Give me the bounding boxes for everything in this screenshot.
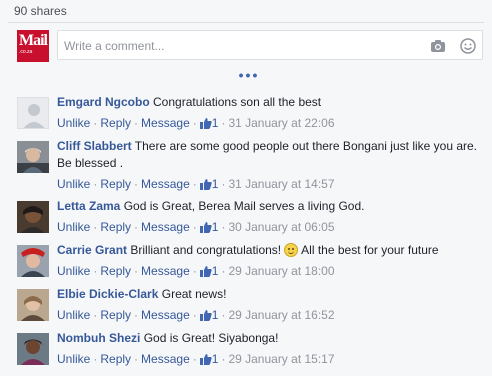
unlike-link[interactable]: Unlike [57, 116, 90, 130]
message-link[interactable]: Message [141, 308, 190, 322]
emoji-icon[interactable] [460, 38, 476, 54]
camera-icon[interactable] [430, 38, 446, 54]
reply-link[interactable]: Reply [100, 116, 131, 130]
comment-input[interactable] [64, 37, 404, 55]
thumbs-up-icon[interactable] [199, 178, 212, 190]
comment-actions: Unlike · Reply · Message · 1 · 31 January at 14:… [57, 177, 335, 191]
comment-text: Great news! [161, 287, 227, 301]
comment-text: Congratulations son all the best [153, 95, 322, 109]
comment-body: Cliff Slabbert There are some good peopl… [57, 138, 477, 172]
avatar[interactable] [17, 201, 49, 233]
comment-body: Elbie Dickie-Clark Great news! [57, 286, 477, 303]
comment-actions: Unlike · Reply · Message · 1 · 30 January at 06:… [57, 220, 335, 234]
comment-text: God is Great! Siyabonga! [143, 331, 279, 345]
commenter-name[interactable]: Nombuh Shezi [57, 331, 140, 345]
reply-link[interactable]: Reply [100, 264, 131, 278]
thumbs-up-icon[interactable] [199, 265, 212, 277]
commenter-name[interactable]: Letta Zama [57, 199, 120, 213]
avatar[interactable] [17, 289, 49, 321]
comment-body: Letta Zama God is Great, Berea Mail serv… [57, 198, 477, 215]
unlike-link[interactable]: Unlike [57, 177, 90, 191]
comment-actions: Unlike · Reply · Message · 1 · 31 January at 22:… [57, 116, 335, 130]
message-link[interactable]: Message [141, 220, 190, 234]
comment-body: Nombuh Shezi God is Great! Siyabonga! [57, 330, 477, 347]
thumbs-up-icon[interactable] [199, 221, 212, 233]
message-link[interactable]: Message [141, 352, 190, 366]
comment-text: All the best for your future [301, 243, 439, 257]
avatar-logo-text: Mail [19, 32, 48, 49]
avatar[interactable] [17, 245, 49, 277]
comment-timestamp[interactable]: 31 January at 14:57 [228, 177, 334, 191]
avatar[interactable] [17, 141, 49, 173]
avatar-logo-sub: .co.za [19, 49, 33, 55]
comment-text: Brilliant and congratulations! [130, 243, 282, 257]
thumbs-up-icon[interactable] [199, 309, 212, 321]
comment-actions: Unlike · Reply · Message · 1 · 29 January at 15:… [57, 352, 335, 366]
thumbs-up-icon[interactable] [199, 353, 212, 365]
unlike-link[interactable]: Unlike [57, 220, 90, 234]
unlike-link[interactable]: Unlike [57, 264, 90, 278]
commenter-name[interactable]: Carrie Grant [57, 243, 127, 257]
comment-actions: Unlike · Reply · Message · 1 · 29 January at 18:… [57, 264, 335, 278]
comment-timestamp[interactable]: 29 January at 16:52 [228, 308, 334, 322]
message-link[interactable]: Message [141, 177, 190, 191]
comment-actions: Unlike · Reply · Message · 1 · 29 January at 16:… [57, 308, 335, 322]
avatar[interactable] [17, 333, 49, 365]
avatar[interactable] [17, 97, 49, 129]
reply-link[interactable]: Reply [100, 220, 131, 234]
comment-text: God is Great, Berea Mail serves a living… [123, 199, 365, 213]
comment-timestamp[interactable]: 30 January at 06:05 [228, 220, 334, 234]
reply-link[interactable]: Reply [100, 308, 131, 322]
page-avatar[interactable]: Mail .co.za [17, 30, 49, 62]
unlike-link[interactable]: Unlike [57, 308, 90, 322]
comment-body: Carrie Grant Brilliant and congratulatio… [57, 242, 477, 259]
smile-emoji-icon [284, 243, 299, 257]
thumbs-up-icon[interactable] [199, 117, 212, 129]
shares-count[interactable]: 90 shares [14, 4, 67, 18]
unlike-link[interactable]: Unlike [57, 352, 90, 366]
comment-timestamp[interactable]: 29 January at 15:17 [228, 352, 334, 366]
message-link[interactable]: Message [141, 264, 190, 278]
reply-link[interactable]: Reply [100, 177, 131, 191]
more-comments-icon[interactable]: ••• [237, 68, 261, 82]
message-link[interactable]: Message [141, 116, 190, 130]
comment-composer[interactable] [57, 30, 483, 60]
comment-timestamp[interactable]: 29 January at 18:00 [228, 264, 334, 278]
commenter-name[interactable]: Elbie Dickie-Clark [57, 287, 158, 301]
commenter-name[interactable]: Cliff Slabbert [57, 139, 132, 153]
comment-body: Emgard Ngcobo Congratulations son all th… [57, 94, 477, 111]
comment-timestamp[interactable]: 31 January at 22:06 [228, 116, 334, 130]
divider [8, 22, 484, 23]
reply-link[interactable]: Reply [100, 352, 131, 366]
commenter-name[interactable]: Emgard Ngcobo [57, 95, 150, 109]
